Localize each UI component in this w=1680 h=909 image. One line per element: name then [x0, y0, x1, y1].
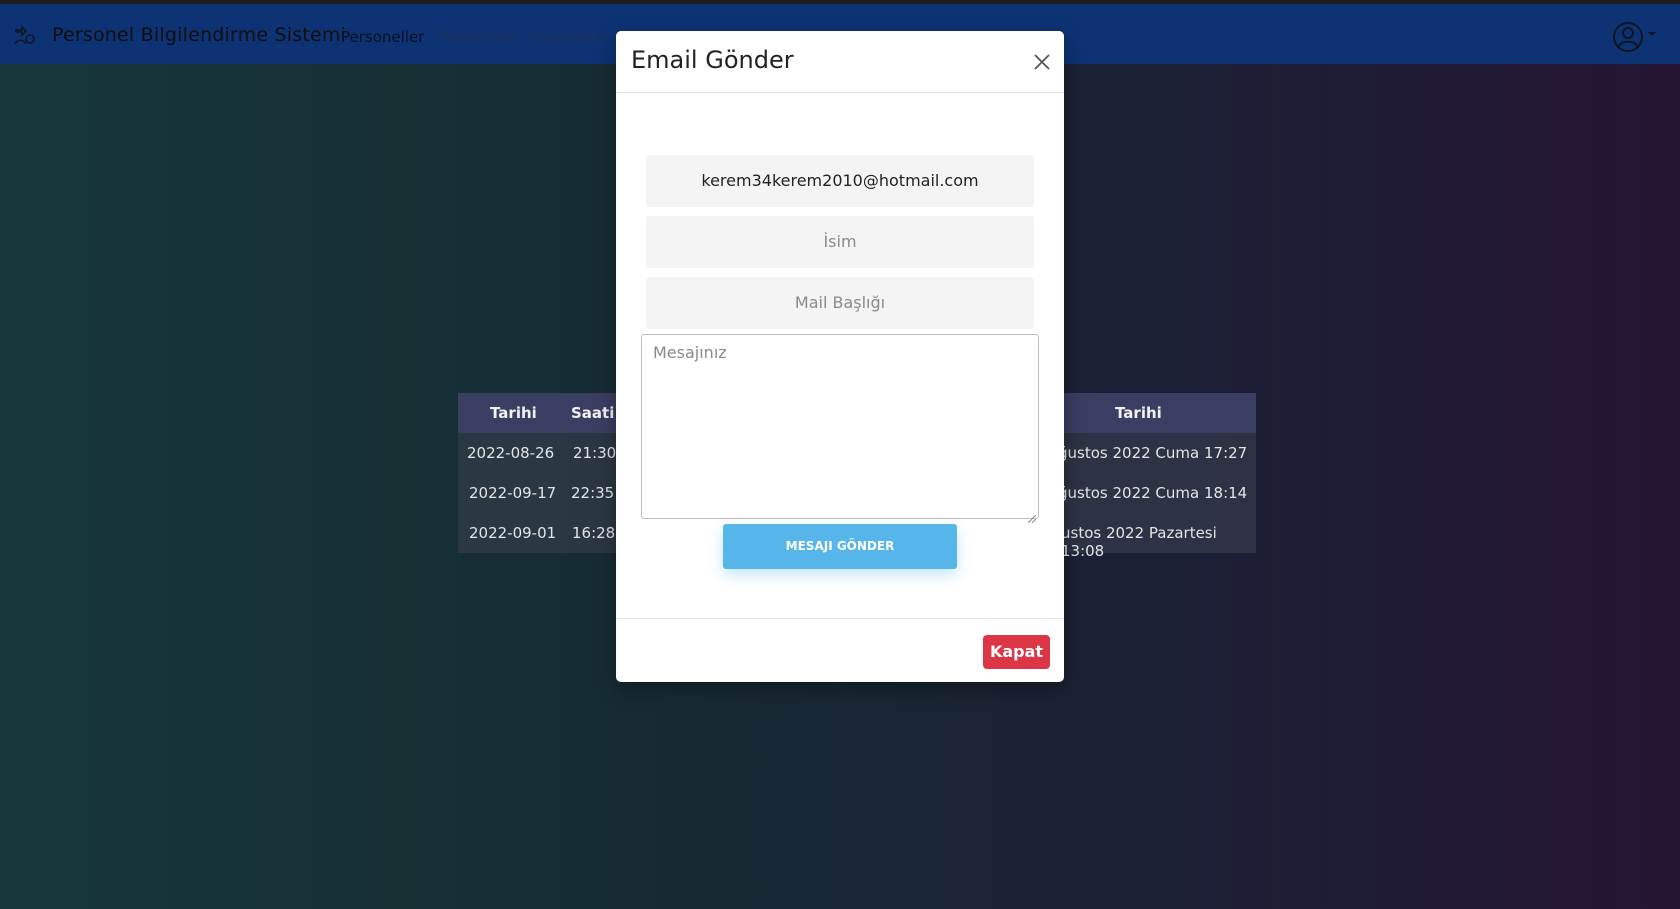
cell-date: 2022-08-26 — [467, 444, 555, 462]
cell-time: 21:30 — [573, 444, 617, 462]
modal-header: Email Gönder — [616, 31, 1064, 93]
resize-handle-icon[interactable] — [1027, 508, 1037, 524]
close-icon[interactable] — [1032, 52, 1052, 72]
email-field[interactable]: kerem34kerem2010@hotmail.com — [646, 155, 1034, 207]
cell-date: 2022-09-17 — [469, 484, 557, 502]
email-modal: Email Gönder kerem34kerem2010@hotmail.co… — [616, 31, 1064, 682]
message-textarea[interactable]: Mesajınız — [641, 334, 1039, 524]
modal-title: Email Gönder — [631, 46, 794, 74]
column-header-created: Tarihi — [1115, 404, 1162, 422]
subject-field[interactable]: Mail Başlığı — [646, 277, 1034, 329]
cell-time: 16:28 — [572, 524, 616, 542]
column-header-date: Tarihi — [490, 404, 537, 422]
close-button[interactable]: Kapat — [983, 635, 1050, 669]
cell-created: ustos 2022 Pazartesi 13:08 — [1061, 524, 1217, 560]
cell-time: 22:35 — [571, 484, 615, 502]
modal-footer: Kapat — [616, 618, 1064, 683]
column-header-time: Saati — [571, 404, 615, 422]
cell-date: 2022-09-01 — [469, 524, 557, 542]
message-placeholder: Mesajınız — [653, 343, 727, 362]
cell-created: ğustos 2022 Cuma 17:27 — [1058, 444, 1248, 462]
send-message-button[interactable]: MESAJI GÖNDER — [723, 524, 957, 569]
cell-created: ğustos 2022 Cuma 18:14 — [1058, 484, 1248, 502]
name-field[interactable]: İsim — [646, 216, 1034, 268]
